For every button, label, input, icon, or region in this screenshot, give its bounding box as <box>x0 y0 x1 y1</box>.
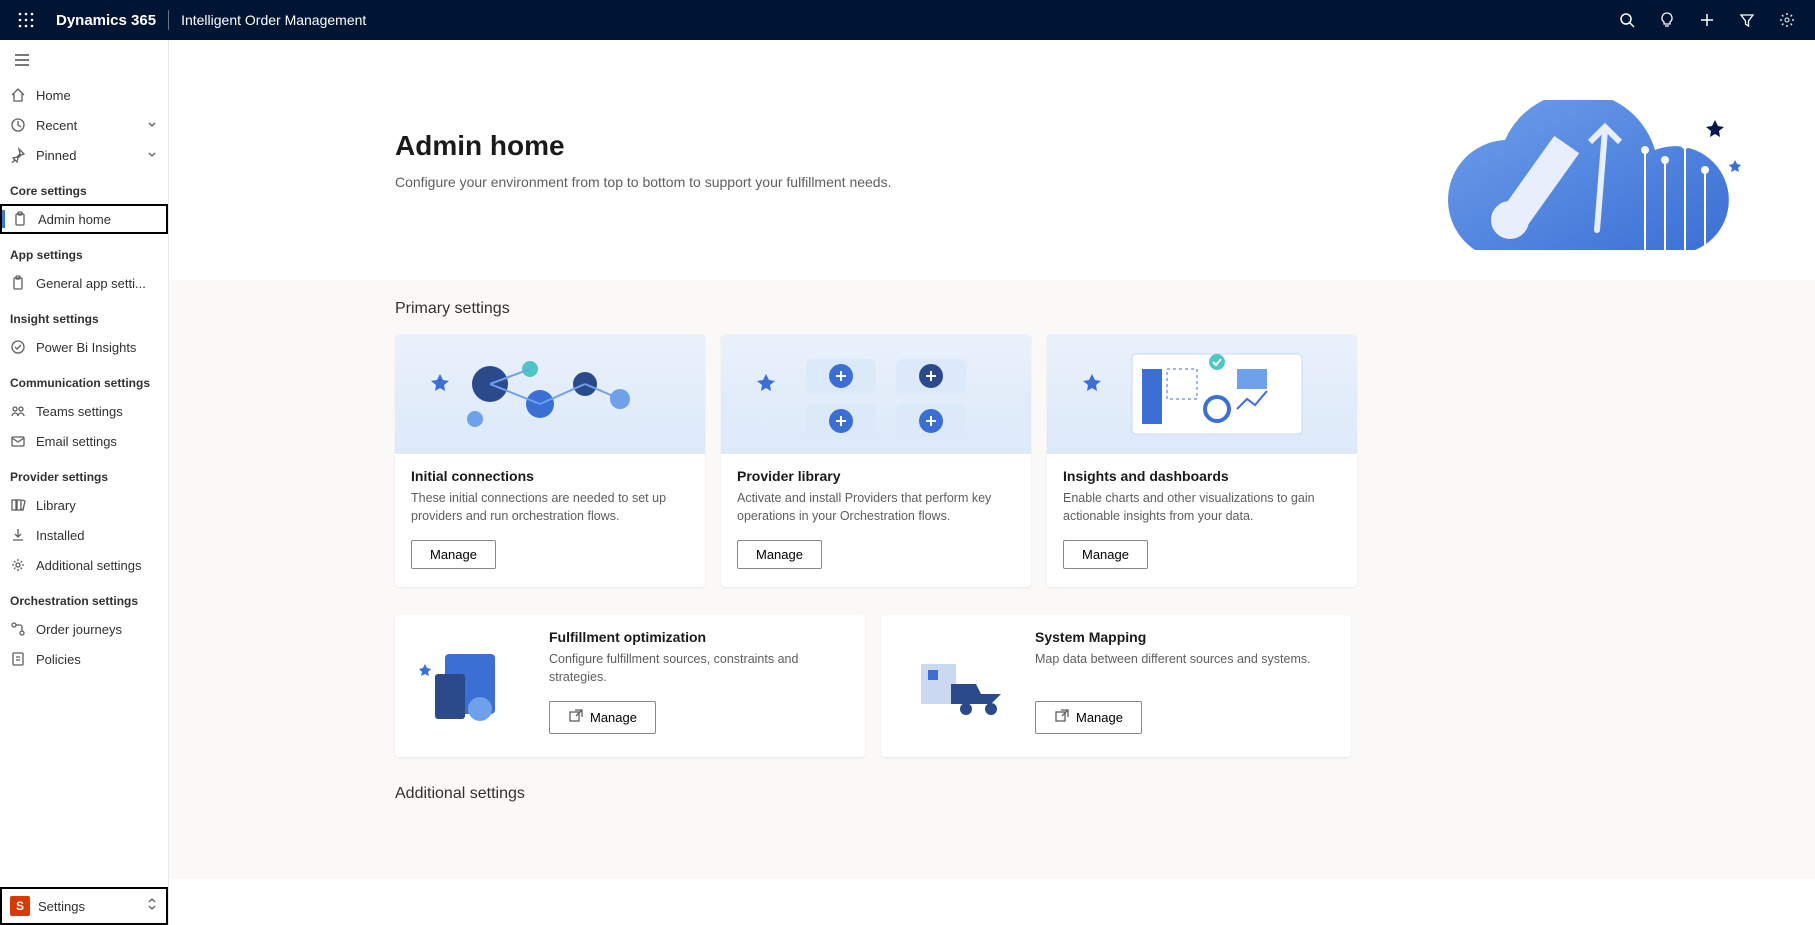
page-subtitle: Configure your environment from top to b… <box>395 174 1415 190</box>
nav-label: Library <box>36 498 158 513</box>
filter-button[interactable] <box>1727 0 1767 40</box>
search-button[interactable] <box>1607 0 1647 40</box>
insights-icon <box>10 339 26 355</box>
download-icon <box>10 527 26 543</box>
open-icon <box>568 708 584 727</box>
hero-illustration <box>1415 100 1755 280</box>
open-icon <box>1054 708 1070 727</box>
add-button[interactable] <box>1687 0 1727 40</box>
nav-label: Order journeys <box>36 622 158 637</box>
nav-label: Teams settings <box>36 404 158 419</box>
chevron-down-icon <box>146 118 158 133</box>
nav-item-policies[interactable]: Policies <box>0 644 168 674</box>
nav-label: Additional settings <box>36 558 158 573</box>
area-badge: S <box>10 896 30 916</box>
lightbulb-button[interactable] <box>1647 0 1687 40</box>
nav-section-heading: Insight settings <box>0 298 168 332</box>
nav-label: Installed <box>36 528 158 543</box>
policy-icon <box>10 651 26 667</box>
card-system-mapping: System Mapping Map data between different… <box>881 615 1351 757</box>
card-desc: Map data between different sources and s… <box>1035 651 1333 687</box>
nav-section-heading: App settings <box>0 234 168 268</box>
card-illustration <box>721 334 1031 454</box>
card-title: System Mapping <box>1035 629 1333 645</box>
app-launcher-button[interactable] <box>8 0 44 40</box>
card-fulfillment-optimization: Fulfillment optimization Configure fulfil… <box>395 615 865 757</box>
gear-icon <box>10 557 26 573</box>
page-title: Admin home <box>395 130 1415 162</box>
main-content: Admin home Configure your environment fr… <box>169 40 1815 925</box>
nav-label: Power Bi Insights <box>36 340 158 355</box>
card-illustration <box>405 629 535 739</box>
card-illustration <box>891 629 1021 739</box>
nav-label: Home <box>36 88 158 103</box>
app-name-label: Intelligent Order Management <box>169 12 378 28</box>
nav-label: Policies <box>36 652 158 667</box>
updown-icon <box>146 897 158 916</box>
nav-item-installed[interactable]: Installed <box>0 520 168 550</box>
clock-icon <box>10 117 26 133</box>
card-title: Fulfillment optimization <box>549 629 847 645</box>
clipboard-icon <box>12 211 28 227</box>
additional-settings-heading: Additional settings <box>395 785 1815 803</box>
card-desc: These initial connections are needed to … <box>411 490 689 526</box>
library-icon <box>10 497 26 513</box>
nav-section-heading: Orchestration settings <box>0 580 168 614</box>
manage-button[interactable]: Manage <box>549 701 656 734</box>
pin-icon <box>10 147 26 163</box>
card-illustration <box>1047 334 1357 454</box>
area-switcher[interactable]: S Settings <box>0 887 168 925</box>
nav-item-teams-settings[interactable]: Teams settings <box>0 396 168 426</box>
brand-label[interactable]: Dynamics 365 <box>44 12 168 29</box>
card-title: Insights and dashboards <box>1063 468 1341 484</box>
mail-icon <box>10 433 26 449</box>
global-header: Dynamics 365 Intelligent Order Managemen… <box>0 0 1815 40</box>
card-desc: Configure fulfillment sources, constrain… <box>549 651 847 687</box>
settings-button[interactable] <box>1767 0 1807 40</box>
nav-pinned[interactable]: Pinned <box>0 140 168 170</box>
nav-label: Admin home <box>38 212 156 227</box>
nav-section-heading: Core settings <box>0 170 168 204</box>
nav-item-additional-settings[interactable]: Additional settings <box>0 550 168 580</box>
card-initial-connections: Initial connections These initial connect… <box>395 334 705 587</box>
card-insights-and-dashboards: Insights and dashboards Enable charts and… <box>1047 334 1357 587</box>
manage-button[interactable]: Manage <box>411 540 496 569</box>
card-desc: Enable charts and other visualizations t… <box>1063 490 1341 526</box>
nav-section-heading: Provider settings <box>0 456 168 490</box>
primary-settings-heading: Primary settings <box>395 300 1815 318</box>
card-title: Initial connections <box>411 468 689 484</box>
nav-item-library[interactable]: Library <box>0 490 168 520</box>
sidebar: Home Recent Pinned Core settings Admin home… <box>0 40 169 925</box>
nav-item-admin-home[interactable]: Admin home <box>0 204 168 234</box>
manage-button[interactable]: Manage <box>1035 701 1142 734</box>
nav-item-power-bi-insights[interactable]: Power Bi Insights <box>0 332 168 362</box>
area-label: Settings <box>38 899 138 914</box>
card-title: Provider library <box>737 468 1015 484</box>
chevron-down-icon <box>146 148 158 163</box>
card-provider-library: Provider library Activate and install Pro… <box>721 334 1031 587</box>
journey-icon <box>10 621 26 637</box>
sidebar-toggle-button[interactable] <box>0 40 168 80</box>
clipboard-icon <box>10 275 26 291</box>
nav-item-order-journeys[interactable]: Order journeys <box>0 614 168 644</box>
hero: Admin home Configure your environment fr… <box>169 40 1815 280</box>
people-icon <box>10 403 26 419</box>
nav-label: Recent <box>36 118 136 133</box>
nav-home[interactable]: Home <box>0 80 168 110</box>
home-icon <box>10 87 26 103</box>
nav-label: Email settings <box>36 434 158 449</box>
nav-label: Pinned <box>36 148 136 163</box>
card-illustration <box>395 334 705 454</box>
nav-recent[interactable]: Recent <box>0 110 168 140</box>
nav-item-general-app-setti-[interactable]: General app setti... <box>0 268 168 298</box>
nav-label: General app setti... <box>36 276 158 291</box>
manage-button[interactable]: Manage <box>1063 540 1148 569</box>
nav-section-heading: Communication settings <box>0 362 168 396</box>
nav-item-email-settings[interactable]: Email settings <box>0 426 168 456</box>
card-desc: Activate and install Providers that perf… <box>737 490 1015 526</box>
manage-button[interactable]: Manage <box>737 540 822 569</box>
